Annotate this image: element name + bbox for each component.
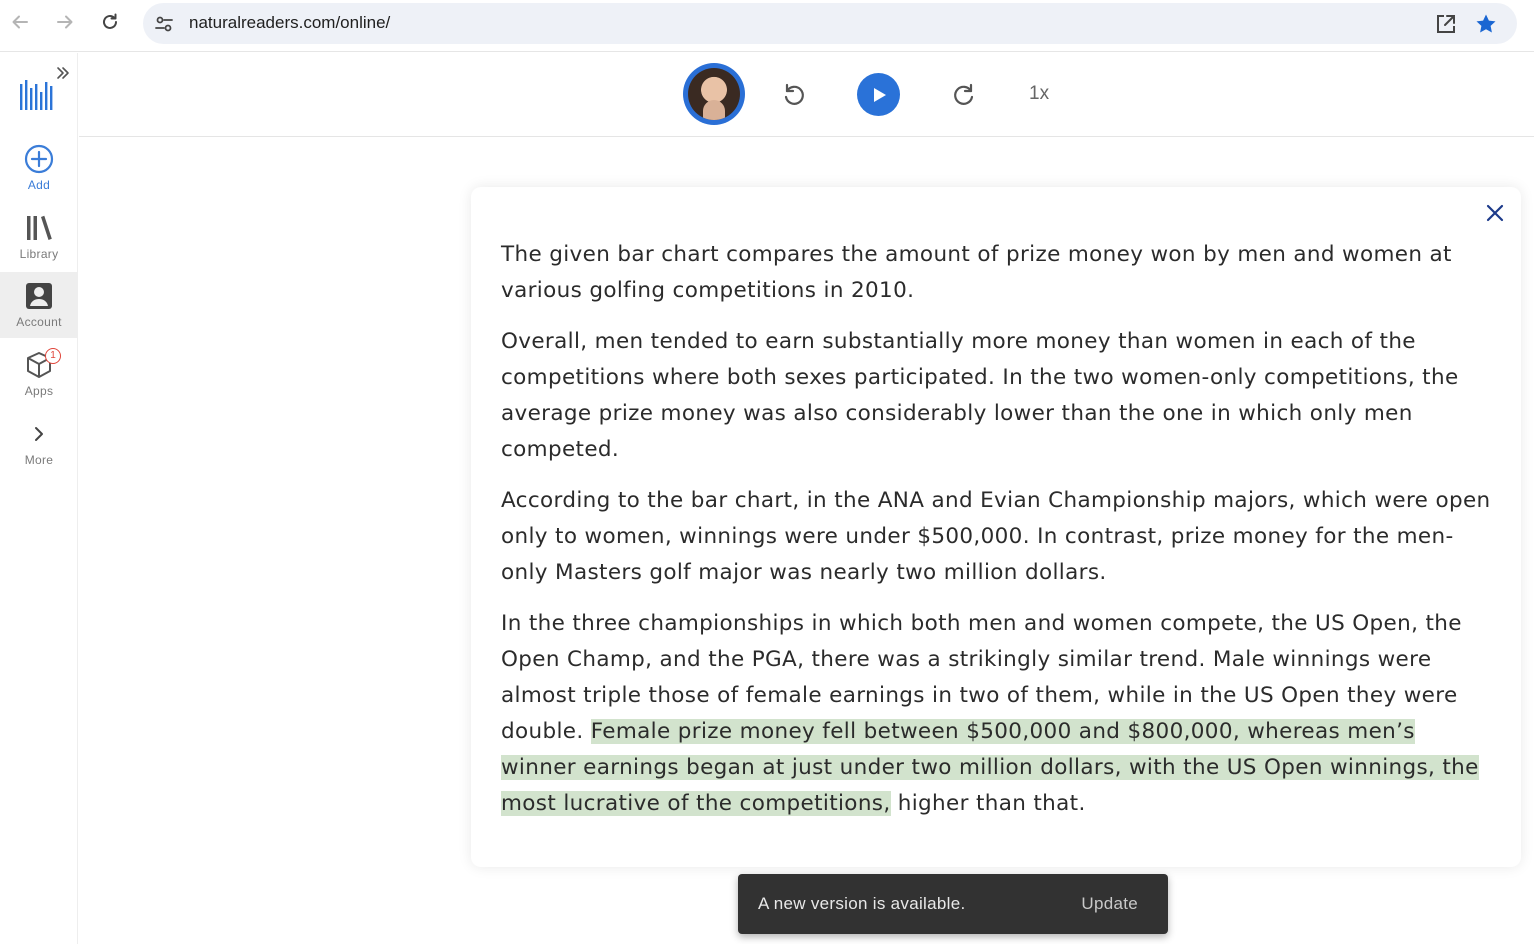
play-button[interactable] <box>857 73 900 116</box>
arrow-right-icon <box>57 15 73 29</box>
sidebar-item-label: Add <box>27 178 51 192</box>
sidebar-item-apps[interactable]: 1 Apps <box>0 341 78 407</box>
arrow-left-icon <box>12 15 28 29</box>
back-button[interactable] <box>4 8 36 36</box>
paragraph[interactable]: In the three championships in which both… <box>501 606 1493 822</box>
close-document-button[interactable] <box>1483 201 1507 225</box>
paragraph-text[interactable]: higher than that. <box>891 791 1086 816</box>
close-icon <box>1486 204 1504 222</box>
reload-button[interactable] <box>94 8 126 36</box>
update-button[interactable]: Update <box>1081 894 1138 914</box>
paragraph[interactable]: Overall, men tended to earn substantiall… <box>501 324 1493 468</box>
library-icon <box>23 212 55 244</box>
sidebar: Add Library Account 1 Apps More <box>0 53 78 944</box>
account-icon <box>23 280 55 312</box>
sidebar-item-label: Apps <box>24 384 54 398</box>
sidebar-item-more[interactable]: More <box>0 410 78 476</box>
apps-box-icon: 1 <box>23 348 61 381</box>
add-circle-icon <box>23 143 55 175</box>
sidebar-item-account[interactable]: Account <box>0 272 78 338</box>
apps-notification-badge: 1 <box>45 348 61 364</box>
sidebar-item-library[interactable]: Library <box>0 204 78 270</box>
playback-speed-button[interactable]: 1x <box>1029 83 1049 105</box>
rewind-icon <box>784 83 804 105</box>
site-settings-icon[interactable] <box>153 13 175 35</box>
sidebar-item-label: Library <box>19 247 59 261</box>
voice-selector-avatar[interactable] <box>683 63 745 125</box>
document-reader-card: The given bar chart compares the amount … <box>471 187 1521 867</box>
address-bar[interactable]: naturalreaders.com/online/ <box>143 3 1517 44</box>
update-toast: A new version is available. Update <box>738 874 1168 934</box>
sidebar-item-label: Account <box>16 315 62 329</box>
chevron-right-icon <box>23 418 55 450</box>
player-toolbar: 1x <box>79 53 1534 137</box>
play-icon <box>873 87 886 102</box>
reload-icon <box>103 13 117 29</box>
fast-forward-icon <box>954 83 974 105</box>
document-text[interactable]: The given bar chart compares the amount … <box>501 237 1493 837</box>
forward-button[interactable] <box>49 8 81 36</box>
paragraph[interactable]: According to the bar chart, in the ANA a… <box>501 483 1493 591</box>
naturalreaders-logo-icon[interactable] <box>18 78 54 112</box>
forward-skip-button[interactable] <box>946 77 982 113</box>
rewind-button[interactable] <box>776 77 812 113</box>
expand-sidebar-icon[interactable] <box>55 65 71 81</box>
bookmark-star-icon[interactable] <box>1474 12 1498 36</box>
browser-toolbar: naturalreaders.com/online/ <box>0 0 1534 52</box>
paragraph[interactable]: The given bar chart compares the amount … <box>501 237 1493 309</box>
sidebar-item-label: More <box>24 453 54 467</box>
toast-message: A new version is available. <box>758 894 966 913</box>
voice-avatar-icon <box>688 68 740 120</box>
url-text[interactable]: naturalreaders.com/online/ <box>189 13 390 33</box>
sidebar-item-add[interactable]: Add <box>0 135 78 201</box>
open-in-new-icon[interactable] <box>1435 13 1457 35</box>
